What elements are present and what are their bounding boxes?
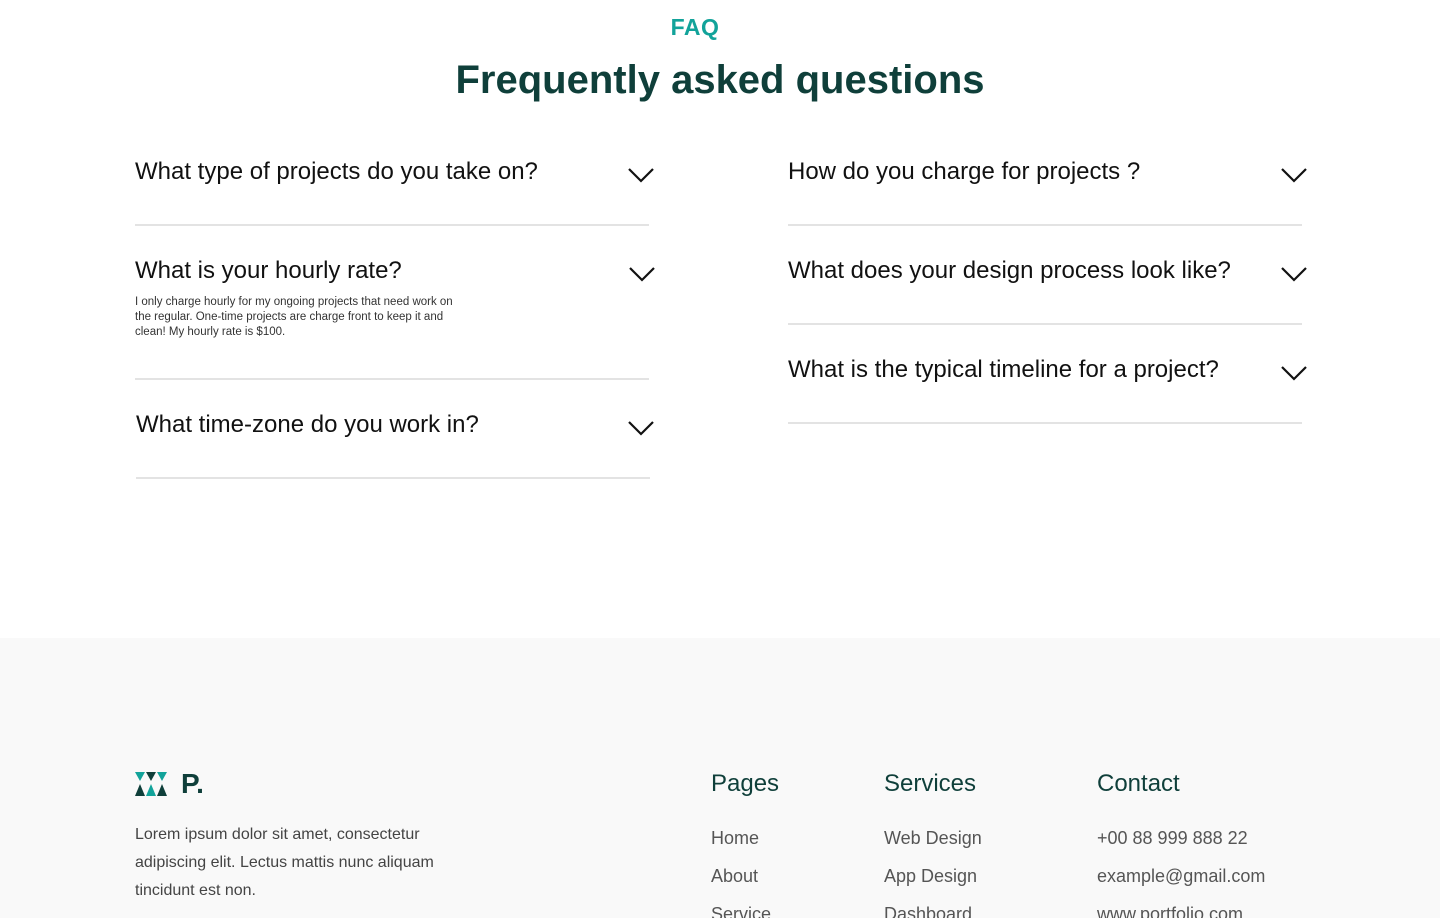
faq-question: How do you charge for projects ? bbox=[788, 158, 1141, 185]
faq-question: What is the typical timeline for a proje… bbox=[788, 356, 1219, 383]
footer-link-dashboard[interactable]: Dashboard bbox=[884, 904, 982, 918]
contact-phone[interactable]: +00 88 999 888 22 bbox=[1097, 828, 1265, 866]
footer-link-home[interactable]: Home bbox=[711, 828, 771, 866]
faq-item[interactable]: What time-zone do you work in? bbox=[136, 411, 654, 479]
page: FAQ Frequently asked questions What type… bbox=[0, 0, 1440, 918]
logo-text: P. bbox=[181, 768, 204, 799]
faq-question: What is your hourly rate? bbox=[135, 257, 402, 284]
faq-eyebrow: FAQ bbox=[670, 14, 720, 40]
faq-question: What does your design process look like? bbox=[788, 257, 1231, 284]
faq-item-expanded[interactable]: What is your hourly rate? I only charge … bbox=[135, 257, 655, 380]
footer-column-contact: Contact +00 88 999 888 22 example@gmail.… bbox=[1097, 770, 1265, 918]
chevron-down-icon[interactable] bbox=[628, 265, 656, 283]
faq-answer: I only charge hourly for my ongoing proj… bbox=[135, 296, 453, 338]
chevron-down-icon[interactable] bbox=[627, 166, 655, 184]
contact-email[interactable]: example@gmail.com bbox=[1097, 866, 1265, 904]
footer-link-about[interactable]: About bbox=[711, 866, 771, 904]
chevron-down-icon[interactable] bbox=[1280, 364, 1308, 382]
chevron-down-icon[interactable] bbox=[1280, 265, 1308, 283]
footer-link-service[interactable]: Service bbox=[711, 904, 771, 918]
footer-column-heading: Pages bbox=[711, 770, 780, 797]
faq-title: Frequently asked questions bbox=[455, 58, 985, 102]
faq-question: What type of projects do you take on? bbox=[135, 158, 538, 185]
footer-logo[interactable]: P. bbox=[135, 768, 204, 800]
footer-column-heading: Contact bbox=[1097, 770, 1180, 797]
chevron-down-icon[interactable] bbox=[1280, 166, 1308, 184]
footer-column-pages: Pages Home About Service bbox=[711, 770, 780, 918]
chevron-down-icon[interactable] bbox=[627, 419, 655, 437]
footer-description: Lorem ipsum dolor sit amet, consectetur … bbox=[135, 826, 434, 899]
faq-item[interactable]: How do you charge for projects ? bbox=[788, 158, 1307, 226]
contact-website[interactable]: www.portfolio.com bbox=[1097, 904, 1265, 918]
faq-item[interactable]: What is the typical timeline for a proje… bbox=[788, 356, 1307, 424]
footer-column-services: Services Web Design App Design Dashboard bbox=[884, 770, 982, 918]
faq-question: What time-zone do you work in? bbox=[136, 411, 479, 438]
triangles-logo-icon bbox=[135, 772, 167, 796]
footer-column-heading: Services bbox=[884, 770, 977, 797]
footer-link-web-design[interactable]: Web Design bbox=[884, 828, 982, 866]
faq-item[interactable]: What does your design process look like? bbox=[788, 257, 1307, 325]
footer-link-app-design[interactable]: App Design bbox=[884, 866, 982, 904]
faq-item[interactable]: What type of projects do you take on? bbox=[135, 158, 654, 226]
